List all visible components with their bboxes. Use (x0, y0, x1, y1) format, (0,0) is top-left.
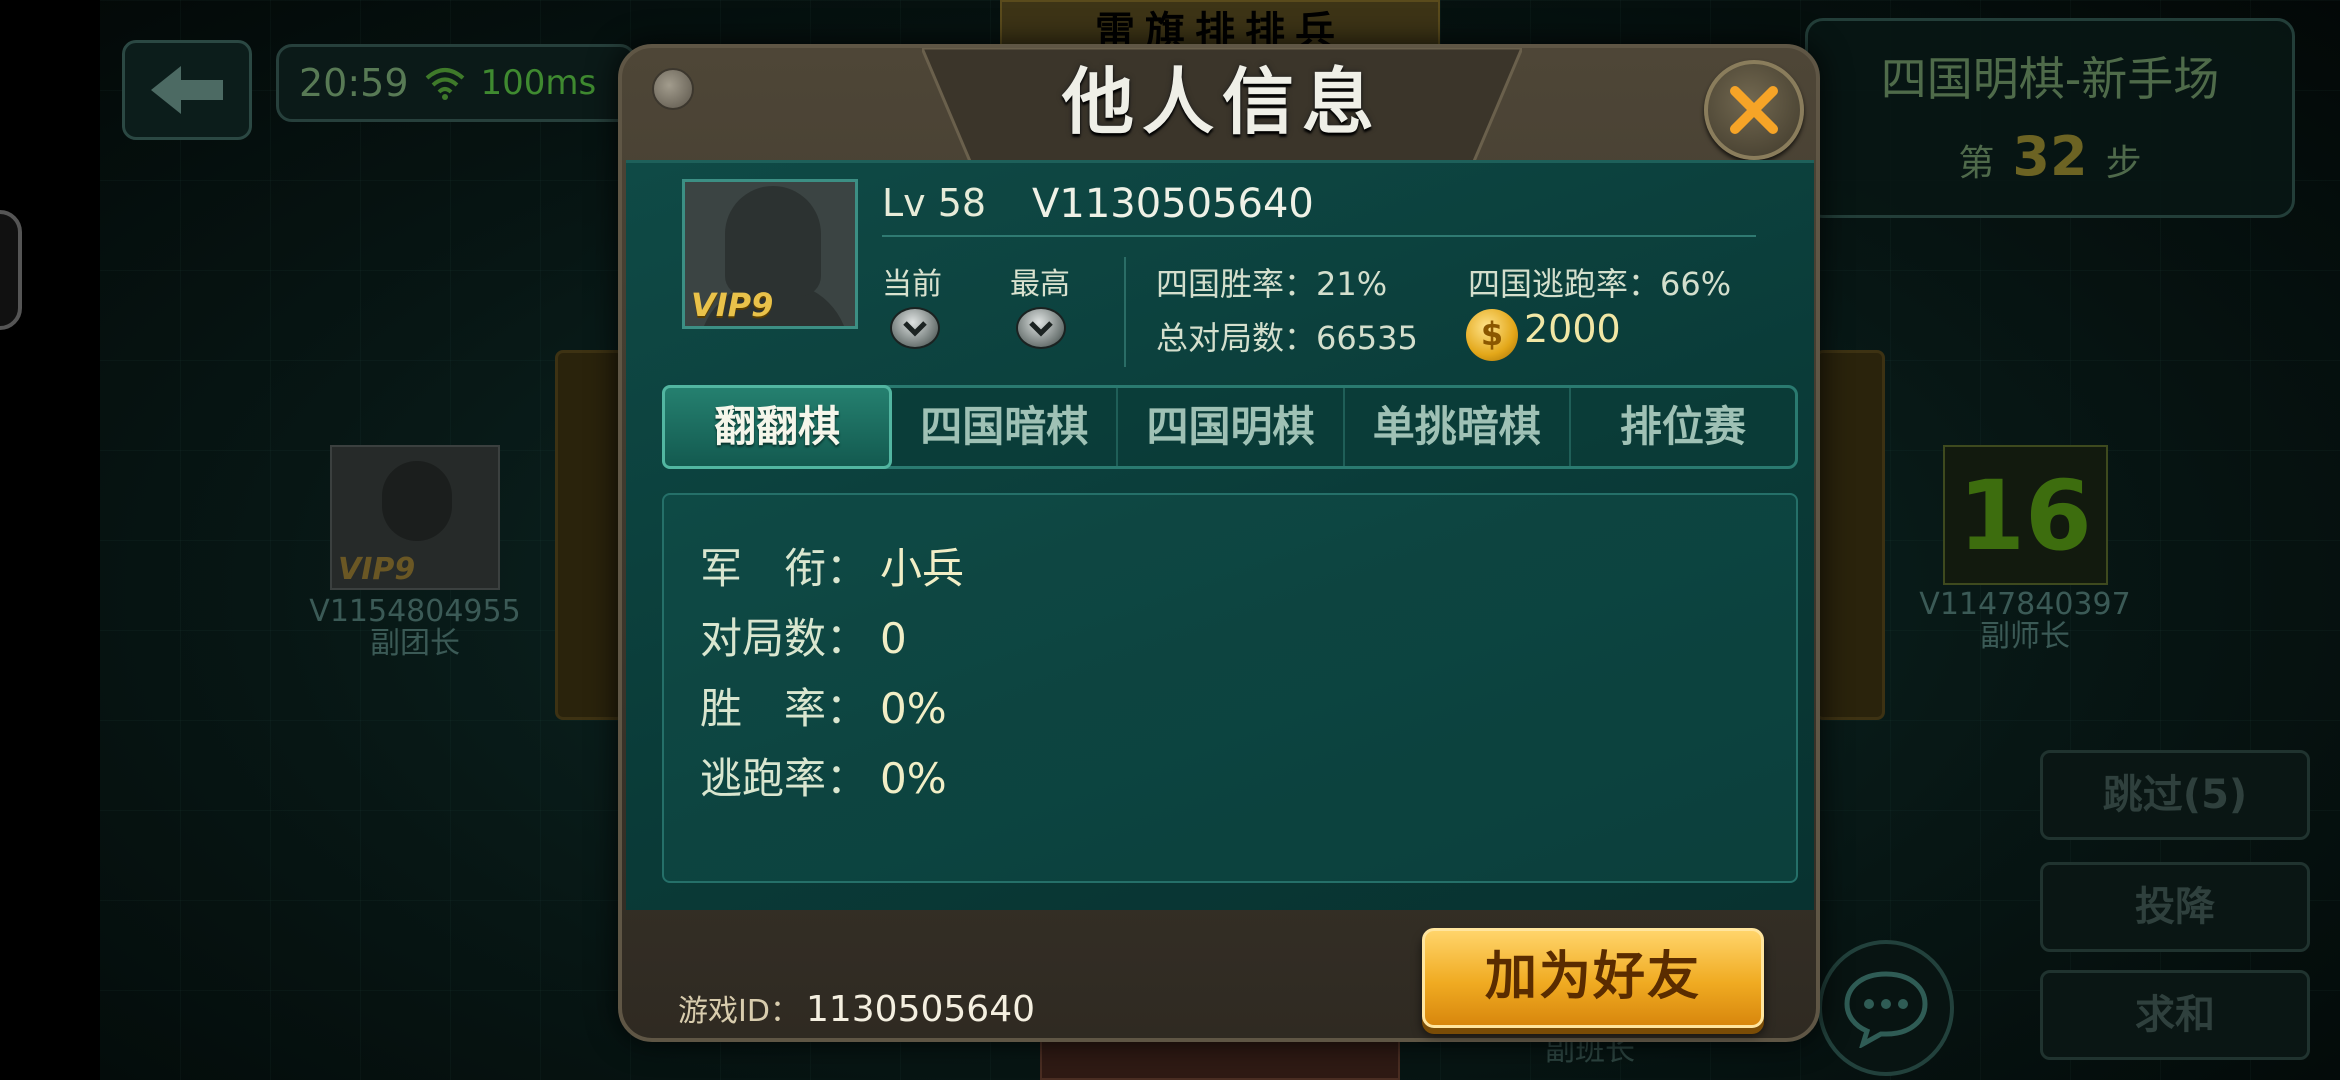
room-info-panel: 四国明棋-新手场 第 32 步 (1805, 18, 2295, 218)
games-value: 0 (880, 614, 907, 663)
add-friend-button[interactable]: 加为好友 (1422, 928, 1764, 1028)
tab-2[interactable]: 四国明棋 (1118, 388, 1345, 466)
total-games: 总对局数：66535 (1156, 319, 1418, 357)
tab-0[interactable]: 翻翻棋 (662, 385, 893, 469)
tab-4[interactable]: 排位赛 (1571, 388, 1795, 466)
mode-tabs: 翻翻棋 四国暗棋 四国明棋 单挑暗棋 排位赛 (662, 385, 1798, 469)
vip-badge: VIP9 (338, 552, 416, 587)
win-rate-value: 0% (880, 684, 947, 733)
rank-row: 军 衔： 小兵 (700, 544, 965, 593)
draw-button[interactable]: 求和 (2040, 970, 2310, 1060)
turn-timer: 16 (1942, 445, 2108, 585)
dialog-rivet-icon (652, 68, 694, 110)
games-row: 对局数： 0 (700, 614, 907, 663)
side-handle[interactable] (0, 210, 22, 330)
status-indicator: 20:59 100ms (276, 44, 636, 122)
win-rate: 四国胜率：21% (1156, 265, 1388, 303)
arrow-left-icon (151, 66, 223, 114)
divider (1124, 257, 1126, 367)
player-rank: 副团长 (370, 626, 460, 661)
game-id: 游戏ID： 1130505640 (678, 989, 1035, 1030)
avatar: VIP9 (682, 179, 858, 329)
board-edge-left (555, 350, 625, 720)
board-edge-right (1815, 350, 1885, 720)
avatar[interactable]: VIP9 (330, 445, 500, 590)
vip-badge: VIP9 (691, 286, 774, 324)
chat-button[interactable] (1818, 940, 1954, 1076)
player-rank: 副师长 (1980, 619, 2070, 654)
escape-rate-value: 0% (880, 754, 947, 803)
best-rank-medal-icon (1016, 307, 1066, 349)
current-rank-label: 当前 (882, 267, 942, 302)
escape-rate-row: 逃跑率： 0% (700, 754, 947, 803)
close-button[interactable] (1704, 60, 1804, 160)
surrender-button[interactable]: 投降 (2040, 862, 2310, 952)
back-button[interactable] (122, 40, 252, 140)
divider (882, 235, 1756, 237)
close-icon (1730, 86, 1778, 134)
player-id: V1147840397 (1919, 587, 2131, 622)
mode-stats-panel: 军 衔： 小兵 对局数： 0 胜 率： 0% 逃跑率： 0% (662, 493, 1798, 883)
player-info-dialog: 他人信息 VIP9 Lv 58 V1130505640 当前 最高 四国胜率：2… (618, 44, 1820, 1042)
dialog-title: 他人信息 (1061, 60, 1382, 144)
player-level: Lv 58 (882, 181, 987, 225)
skip-button[interactable]: 跳过(5) (2040, 750, 2310, 840)
ping-value: 100ms (480, 63, 597, 103)
rank-value: 小兵 (880, 544, 965, 593)
step-number: 32 (2012, 125, 2088, 188)
player-id: V1154804955 (309, 594, 521, 629)
current-rank-medal-icon (890, 307, 940, 349)
tab-3[interactable]: 单挑暗棋 (1345, 388, 1571, 466)
clock-time: 20:59 (299, 61, 409, 105)
player-vid: V1130505640 (1032, 181, 1314, 227)
chat-icon (1844, 971, 1928, 1048)
tab-1[interactable]: 四国暗棋 (892, 388, 1119, 466)
step-counter: 第 32 步 (1958, 125, 2142, 188)
game-id-value: 1130505640 (805, 989, 1035, 1030)
coin-balance: 2000 (1524, 307, 1621, 351)
room-title: 四国明棋-新手场 (1880, 52, 2220, 106)
coin-icon: $ (1466, 309, 1518, 361)
player-left[interactable]: VIP9 V1154804955 副团长 (290, 445, 540, 660)
player-right[interactable]: 16 V1147840397 副师长 (1900, 445, 2150, 653)
dialog-body: VIP9 Lv 58 V1130505640 当前 最高 四国胜率：21% 四国… (626, 160, 1814, 910)
win-rate-row: 胜 率： 0% (700, 684, 947, 733)
top-board-strip: 雷旗排排兵 (1000, 0, 1440, 46)
escape-rate: 四国逃跑率：66% (1468, 265, 1732, 303)
best-rank-label: 最高 (1010, 267, 1070, 302)
left-system-bar (0, 0, 100, 1080)
wifi-icon (425, 68, 464, 100)
